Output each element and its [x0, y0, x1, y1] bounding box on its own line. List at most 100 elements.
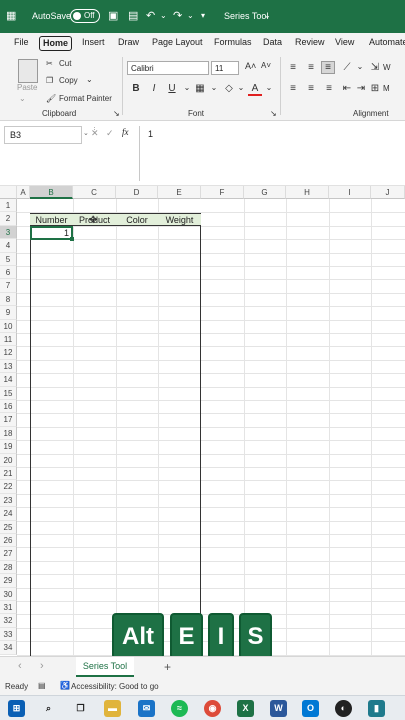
chevron-down-icon[interactable]: ⌄: [262, 83, 276, 92]
column-header[interactable]: I: [329, 186, 371, 199]
app-icon[interactable]: ▮: [368, 700, 385, 717]
row-header[interactable]: 24: [0, 507, 17, 521]
table-header-cell[interactable]: Color: [116, 213, 158, 226]
excel-icon[interactable]: X: [237, 700, 254, 717]
row-header[interactable]: 25: [0, 520, 17, 534]
document-title[interactable]: Series Tool: [224, 11, 268, 21]
row-header[interactable]: 19: [0, 440, 17, 454]
column-header[interactable]: B: [30, 186, 73, 199]
row-header[interactable]: 34: [0, 641, 17, 655]
row-header[interactable]: 10: [0, 319, 17, 333]
align-center-icon[interactable]: ≡: [304, 83, 318, 94]
app-icon[interactable]: ◐: [335, 700, 352, 717]
row-header[interactable]: 8: [0, 292, 17, 307]
row-header[interactable]: 33: [0, 627, 17, 642]
dialog-launcher-icon[interactable]: ↘: [270, 109, 277, 118]
row-header[interactable]: 29: [0, 574, 17, 588]
align-left-icon[interactable]: ≡: [286, 83, 300, 94]
format-painter-button[interactable]: Format Painter: [59, 94, 112, 103]
redo-icon[interactable]: ↷: [173, 8, 182, 24]
row-header[interactable]: 30: [0, 587, 17, 601]
increase-font-icon[interactable]: A˄: [245, 61, 256, 71]
chevron-down-icon[interactable]: ⌄: [353, 62, 367, 71]
copy-button[interactable]: Copy: [59, 76, 78, 85]
row-header[interactable]: 5: [0, 252, 17, 266]
tab-automate[interactable]: Automate: [366, 36, 405, 51]
tab-data[interactable]: Data: [260, 36, 285, 51]
row-header[interactable]: 32: [0, 614, 17, 628]
wrap-text-icon[interactable]: ⇲: [368, 62, 382, 73]
row-header[interactable]: 12: [0, 346, 17, 360]
fill-handle[interactable]: [70, 237, 74, 241]
align-bottom-icon[interactable]: ≡: [321, 61, 335, 74]
row-header[interactable]: 17: [0, 413, 17, 427]
row-header[interactable]: 16: [0, 400, 17, 414]
row-header[interactable]: 2: [0, 212, 17, 226]
tab-insert[interactable]: Insert: [79, 36, 108, 51]
insert-function-icon[interactable]: fx: [122, 127, 129, 137]
chevron-down-icon[interactable]: ⌄: [207, 83, 221, 92]
row-header[interactable]: 15: [0, 386, 17, 400]
row-header[interactable]: 14: [0, 373, 17, 387]
chevron-down-icon[interactable]: ⌄: [19, 94, 26, 103]
increase-indent-icon[interactable]: ⇥: [354, 83, 368, 94]
select-all-corner[interactable]: [0, 186, 17, 199]
row-header[interactable]: 7: [0, 279, 17, 293]
row-header[interactable]: 11: [0, 333, 17, 347]
row-header[interactable]: 27: [0, 547, 17, 561]
search-icon[interactable]: ⌕: [40, 700, 57, 717]
font-size-select[interactable]: 11: [211, 61, 239, 75]
align-right-icon[interactable]: ≡: [322, 83, 336, 94]
macro-recording-icon[interactable]: ▤: [38, 681, 46, 690]
chevron-down-icon[interactable]: ⌄: [160, 8, 167, 24]
cut-button[interactable]: Cut: [59, 59, 71, 68]
chevron-down-icon[interactable]: ⌄: [187, 8, 194, 24]
column-header[interactable]: C: [73, 186, 116, 199]
tab-draw[interactable]: Draw: [115, 36, 142, 51]
merge-button[interactable]: M: [383, 84, 390, 93]
orientation-icon[interactable]: ⟋: [340, 62, 354, 73]
undo-icon[interactable]: ↶: [146, 8, 155, 24]
tab-view[interactable]: View: [332, 36, 357, 51]
task-view-icon[interactable]: ❐: [72, 700, 89, 717]
tab-page-layout[interactable]: Page Layout: [149, 36, 206, 51]
sheet-tab[interactable]: Series Tool: [76, 657, 134, 677]
decrease-indent-icon[interactable]: ⇤: [340, 83, 354, 94]
row-header[interactable]: 22: [0, 480, 17, 494]
paste-button[interactable]: Paste: [17, 83, 37, 92]
save-icon[interactable]: ▣: [108, 8, 118, 24]
dialog-launcher-icon[interactable]: ↘: [113, 109, 120, 118]
file-explorer-icon[interactable]: ▬: [104, 700, 121, 717]
row-header[interactable]: 6: [0, 266, 17, 280]
merge-icon[interactable]: ⊞: [368, 83, 382, 94]
chevron-down-icon[interactable]: ⌄: [234, 83, 248, 92]
column-header[interactable]: E: [158, 186, 201, 199]
customize-toolbar-icon[interactable]: ▾: [201, 8, 205, 24]
autosave-toggle[interactable]: Off: [70, 9, 100, 23]
chevron-down-icon[interactable]: ⌄: [83, 129, 89, 137]
table-header-cell[interactable]: Number: [30, 213, 73, 226]
windows-start-icon[interactable]: ⊞: [8, 700, 25, 717]
mail-icon[interactable]: ✉: [138, 700, 155, 717]
name-box[interactable]: B3: [4, 126, 82, 144]
italic-button[interactable]: I: [147, 83, 161, 94]
row-header[interactable]: 18: [0, 426, 17, 441]
next-sheet-icon[interactable]: ›: [40, 660, 44, 672]
tab-file[interactable]: File: [11, 36, 32, 51]
spreadsheet-grid[interactable]: A B C D E F G H I J 1 2 3 4 5 6 7 8 9 10 11 12 13 14 1…: [0, 186, 405, 656]
align-top-icon[interactable]: ≡: [286, 62, 300, 73]
row-header[interactable]: 3: [0, 225, 17, 240]
row-header[interactable]: 31: [0, 601, 17, 615]
row-header[interactable]: 20: [0, 453, 17, 467]
column-header[interactable]: A: [17, 186, 30, 199]
formula-input[interactable]: 1: [139, 126, 405, 181]
align-middle-icon[interactable]: ≡: [304, 62, 318, 73]
column-header[interactable]: J: [371, 186, 405, 199]
bold-button[interactable]: B: [129, 83, 143, 94]
spotify-icon[interactable]: ≈: [171, 700, 188, 717]
word-icon[interactable]: W: [270, 700, 287, 717]
column-header[interactable]: H: [286, 186, 329, 199]
chrome-icon[interactable]: ◉: [204, 700, 221, 717]
decrease-font-icon[interactable]: A˅: [261, 61, 271, 70]
row-header[interactable]: 13: [0, 359, 17, 374]
